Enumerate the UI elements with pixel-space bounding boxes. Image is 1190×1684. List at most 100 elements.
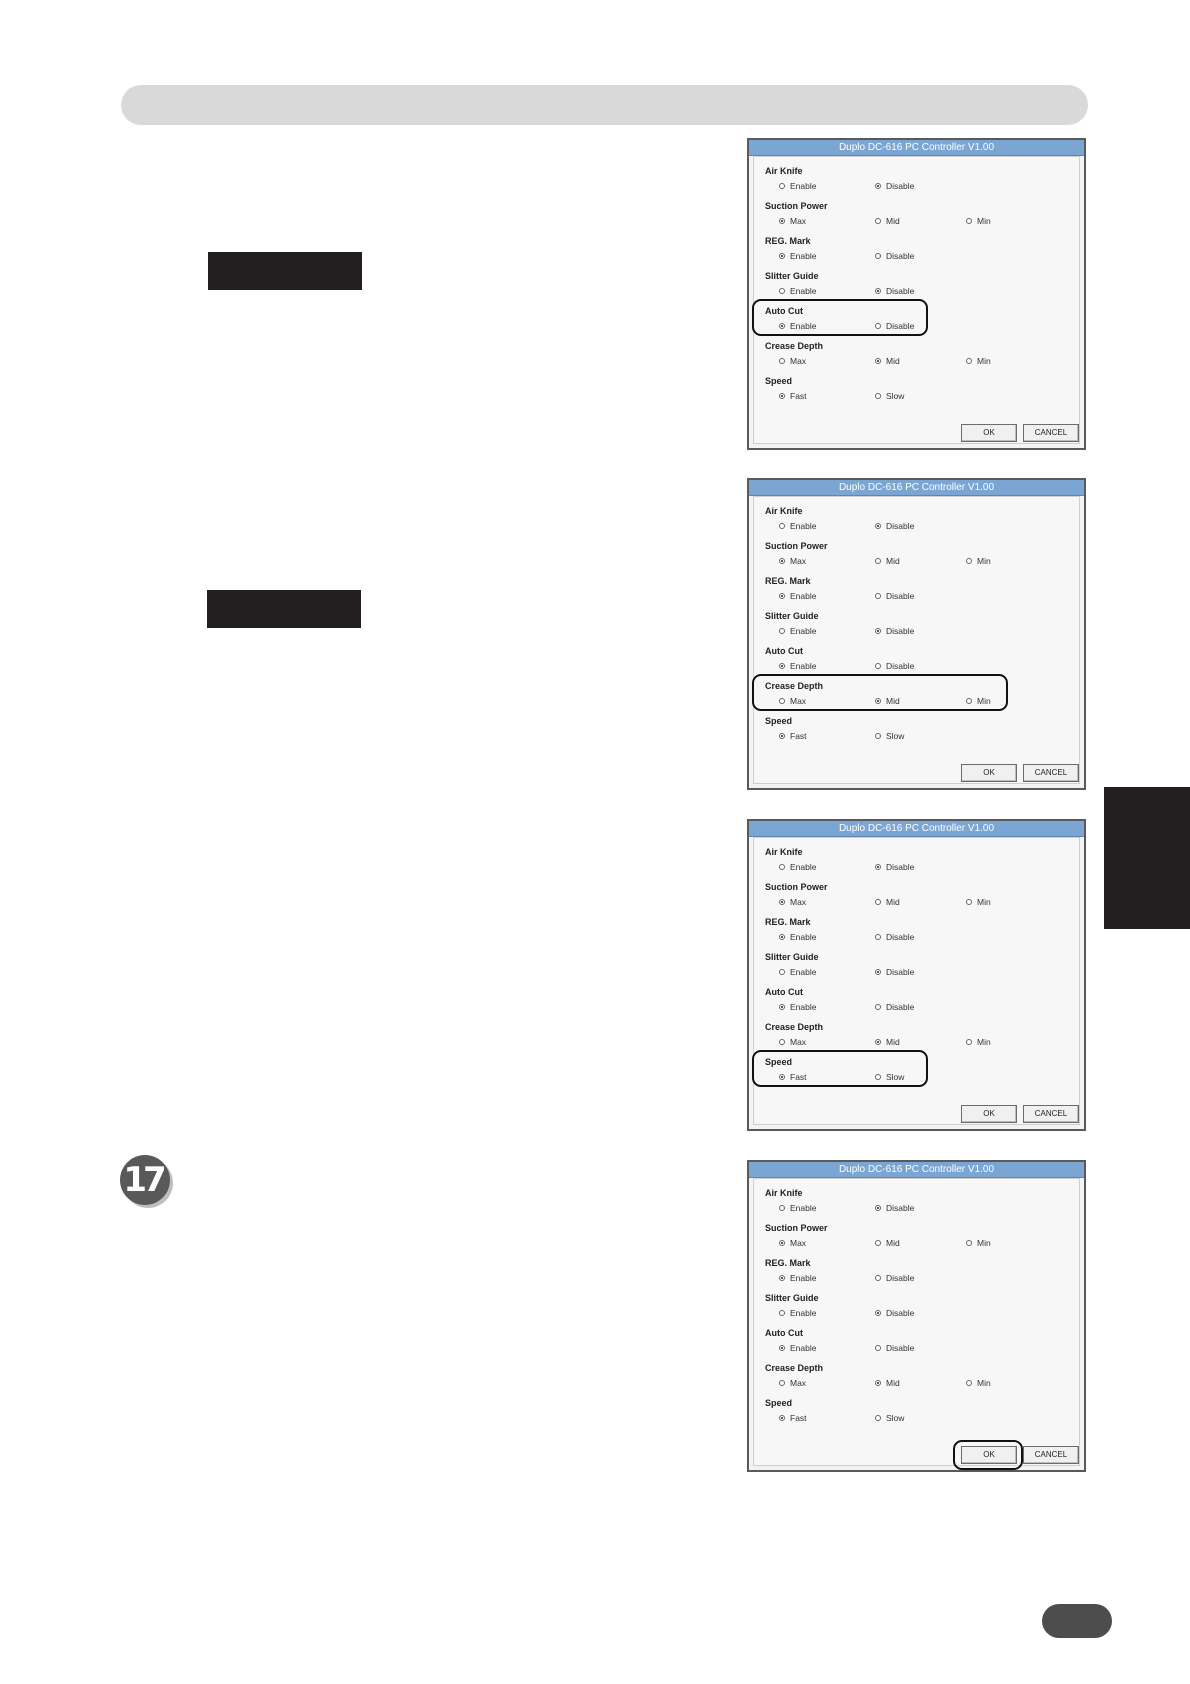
radio-button-icon[interactable] <box>875 969 881 975</box>
radio-option-enable[interactable]: Enable <box>779 1343 816 1353</box>
radio-button-icon[interactable] <box>779 1380 785 1386</box>
radio-option-mid[interactable]: Mid <box>875 556 900 566</box>
radio-button-icon[interactable] <box>875 558 881 564</box>
radio-button-icon[interactable] <box>779 1240 785 1246</box>
radio-button-icon[interactable] <box>875 934 881 940</box>
radio-button-icon[interactable] <box>779 558 785 564</box>
radio-option-disable[interactable]: Disable <box>875 181 914 191</box>
radio-option-max[interactable]: Max <box>779 897 806 907</box>
radio-button-icon[interactable] <box>875 1240 881 1246</box>
radio-option-slow[interactable]: Slow <box>875 731 904 741</box>
radio-button-icon[interactable] <box>875 218 881 224</box>
radio-option-disable[interactable]: Disable <box>875 1273 914 1283</box>
radio-option-max[interactable]: Max <box>779 1378 806 1388</box>
radio-option-disable[interactable]: Disable <box>875 1203 914 1213</box>
radio-option-slow[interactable]: Slow <box>875 391 904 401</box>
radio-option-enable[interactable]: Enable <box>779 862 816 872</box>
radio-button-icon[interactable] <box>875 733 881 739</box>
radio-option-fast[interactable]: Fast <box>779 731 807 741</box>
radio-button-icon[interactable] <box>779 628 785 634</box>
radio-button-icon[interactable] <box>779 1310 785 1316</box>
radio-button-icon[interactable] <box>966 218 972 224</box>
radio-option-disable[interactable]: Disable <box>875 932 914 942</box>
radio-option-enable[interactable]: Enable <box>779 181 816 191</box>
radio-option-min[interactable]: Min <box>966 1037 991 1047</box>
radio-button-icon[interactable] <box>779 183 785 189</box>
radio-button-icon[interactable] <box>779 288 785 294</box>
radio-option-mid[interactable]: Mid <box>875 1378 900 1388</box>
radio-button-icon[interactable] <box>875 1275 881 1281</box>
radio-button-icon[interactable] <box>966 899 972 905</box>
radio-button-icon[interactable] <box>875 628 881 634</box>
cancel-button[interactable]: CANCEL <box>1023 1105 1079 1123</box>
radio-option-mid[interactable]: Mid <box>875 1238 900 1248</box>
radio-option-disable[interactable]: Disable <box>875 661 914 671</box>
radio-button-icon[interactable] <box>779 663 785 669</box>
radio-option-disable[interactable]: Disable <box>875 1308 914 1318</box>
radio-option-max[interactable]: Max <box>779 556 806 566</box>
radio-button-icon[interactable] <box>875 899 881 905</box>
radio-option-enable[interactable]: Enable <box>779 1002 816 1012</box>
radio-button-icon[interactable] <box>779 1345 785 1351</box>
radio-option-mid[interactable]: Mid <box>875 897 900 907</box>
radio-button-icon[interactable] <box>779 593 785 599</box>
radio-option-enable[interactable]: Enable <box>779 521 816 531</box>
radio-button-icon[interactable] <box>966 1039 972 1045</box>
radio-button-icon[interactable] <box>779 899 785 905</box>
radio-button-icon[interactable] <box>779 1275 785 1281</box>
ok-button[interactable]: OK <box>961 764 1017 782</box>
radio-option-min[interactable]: Min <box>966 356 991 366</box>
radio-button-icon[interactable] <box>875 1380 881 1386</box>
radio-option-enable[interactable]: Enable <box>779 932 816 942</box>
radio-option-min[interactable]: Min <box>966 897 991 907</box>
radio-button-icon[interactable] <box>966 1240 972 1246</box>
cancel-button[interactable]: CANCEL <box>1023 764 1079 782</box>
radio-button-icon[interactable] <box>875 288 881 294</box>
radio-option-disable[interactable]: Disable <box>875 591 914 601</box>
radio-option-mid[interactable]: Mid <box>875 1037 900 1047</box>
radio-option-min[interactable]: Min <box>966 1238 991 1248</box>
radio-option-min[interactable]: Min <box>966 556 991 566</box>
radio-button-icon[interactable] <box>875 1039 881 1045</box>
radio-option-slow[interactable]: Slow <box>875 1413 904 1423</box>
radio-button-icon[interactable] <box>966 1380 972 1386</box>
radio-option-disable[interactable]: Disable <box>875 521 914 531</box>
radio-option-disable[interactable]: Disable <box>875 862 914 872</box>
radio-button-icon[interactable] <box>875 864 881 870</box>
radio-option-enable[interactable]: Enable <box>779 251 816 261</box>
radio-option-disable[interactable]: Disable <box>875 1002 914 1012</box>
radio-option-max[interactable]: Max <box>779 356 806 366</box>
radio-button-icon[interactable] <box>875 523 881 529</box>
radio-button-icon[interactable] <box>875 183 881 189</box>
radio-option-min[interactable]: Min <box>966 216 991 226</box>
radio-option-max[interactable]: Max <box>779 1238 806 1248</box>
radio-button-icon[interactable] <box>875 1004 881 1010</box>
radio-option-disable[interactable]: Disable <box>875 1343 914 1353</box>
radio-button-icon[interactable] <box>875 393 881 399</box>
ok-button[interactable]: OK <box>961 1105 1017 1123</box>
radio-button-icon[interactable] <box>875 663 881 669</box>
radio-button-icon[interactable] <box>875 1415 881 1421</box>
radio-button-icon[interactable] <box>875 1205 881 1211</box>
radio-option-enable[interactable]: Enable <box>779 1273 816 1283</box>
radio-option-enable[interactable]: Enable <box>779 1203 816 1213</box>
radio-button-icon[interactable] <box>779 1205 785 1211</box>
radio-button-icon[interactable] <box>779 358 785 364</box>
radio-button-icon[interactable] <box>779 1004 785 1010</box>
radio-option-disable[interactable]: Disable <box>875 967 914 977</box>
radio-option-disable[interactable]: Disable <box>875 626 914 636</box>
radio-option-disable[interactable]: Disable <box>875 286 914 296</box>
cancel-button[interactable]: CANCEL <box>1023 424 1079 442</box>
radio-button-icon[interactable] <box>779 1039 785 1045</box>
radio-button-icon[interactable] <box>779 393 785 399</box>
radio-button-icon[interactable] <box>875 1310 881 1316</box>
radio-option-enable[interactable]: Enable <box>779 626 816 636</box>
radio-button-icon[interactable] <box>966 558 972 564</box>
radio-button-icon[interactable] <box>875 593 881 599</box>
ok-button[interactable]: OK <box>961 424 1017 442</box>
radio-button-icon[interactable] <box>966 358 972 364</box>
radio-button-icon[interactable] <box>875 358 881 364</box>
radio-button-icon[interactable] <box>779 253 785 259</box>
radio-button-icon[interactable] <box>779 733 785 739</box>
radio-button-icon[interactable] <box>779 934 785 940</box>
